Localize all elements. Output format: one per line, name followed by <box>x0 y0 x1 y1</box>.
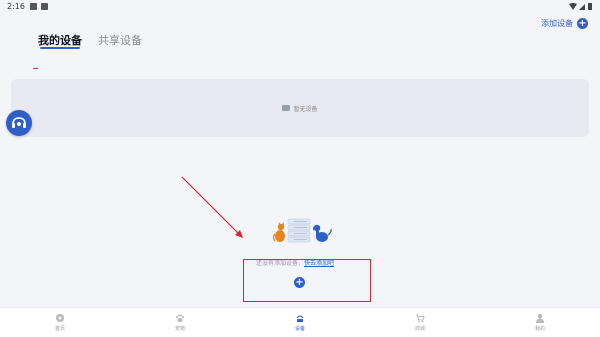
nav-label-mall: 商城 <box>414 326 425 332</box>
nav-item-pets[interactable]: 宠物 <box>120 308 240 337</box>
pet-device-illustration <box>272 218 332 243</box>
add-device-plus-button[interactable]: + <box>294 277 305 288</box>
paw-icon <box>176 314 184 322</box>
cart-icon <box>416 314 425 323</box>
dog-icon <box>313 224 332 242</box>
nav-item-home[interactable]: 首页 <box>0 308 120 337</box>
nav-item-devices[interactable]: 设备 <box>240 308 360 337</box>
nav-label-pets: 宠物 <box>174 326 185 332</box>
nav-label-home: 首页 <box>54 326 65 332</box>
cat-icon <box>272 222 285 242</box>
bottom-nav: 首页 宠物 设备 商城 我的 <box>0 307 600 337</box>
nav-item-profile[interactable]: 我的 <box>480 308 600 337</box>
nav-label-devices: 设备 <box>294 326 305 332</box>
device-icon <box>296 315 304 322</box>
profile-icon <box>536 314 544 323</box>
nav-item-mall[interactable]: 商城 <box>360 308 480 337</box>
nav-label-profile: 我的 <box>534 326 545 332</box>
server-stack-icon <box>287 218 311 243</box>
annotation-highlight-box <box>243 259 371 302</box>
home-icon <box>56 314 64 322</box>
